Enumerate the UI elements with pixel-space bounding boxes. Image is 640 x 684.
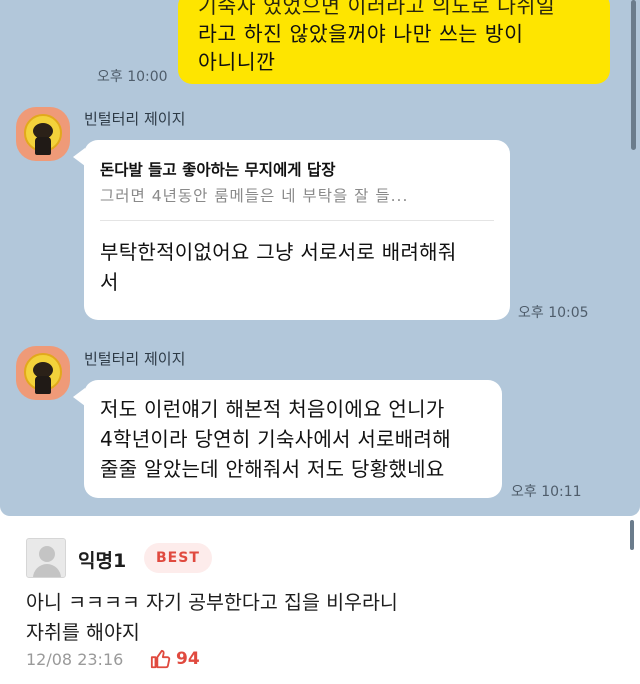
sender-avatar[interactable]	[16, 107, 70, 161]
like-count: 94	[176, 649, 200, 669]
my-message-line-2: 아니니깐	[198, 50, 276, 74]
comment-line-1: 아니 ㅋㅋㅋㅋ 자기 공부한다고 집을 비우라니	[26, 591, 398, 614]
reply-header: 돈다발 들고 좋아하는 무지에게 답장	[100, 161, 336, 179]
my-message-time: 오후 10:00	[97, 69, 168, 85]
comment-username[interactable]: 익명1	[78, 546, 126, 573]
reply-message-bubble[interactable]: 돈다발 들고 좋아하는 무지에게 답장 그러면 4년동안 룸메들은 네 부탁을 …	[84, 140, 510, 320]
message-line-2: 4학년이라 당연히 기숙사에서 서로배려해	[100, 427, 451, 451]
comment-avatar[interactable]	[26, 538, 66, 578]
comment-date: 12/08 23:16	[26, 650, 124, 669]
sender-name: 빈털터리 제이지	[84, 110, 186, 128]
message-line-2: 서	[100, 270, 119, 294]
my-message-bubble: 기숙사 였었으면 이러라고 의도로 나쉬일 라고 하진 않았을꺼야 나만 쓰는 …	[178, 0, 610, 84]
comment-line-2: 자취를 해야지	[26, 621, 140, 644]
sender-avatar[interactable]	[16, 346, 70, 400]
message-time: 오후 10:05	[518, 305, 589, 321]
best-badge: BEST	[144, 543, 212, 573]
avatar-body	[35, 137, 51, 155]
best-comment: 익명1 BEST 아니 ㅋㅋㅋㅋ 자기 공부한다고 집을 비우라니 자취를 해야…	[0, 516, 640, 684]
page-scrollbar[interactable]	[630, 520, 634, 550]
chat-screenshot: 기숙사 였었으면 이러라고 의도로 나쉬일 라고 하진 않았을꺼야 나만 쓰는 …	[0, 0, 640, 516]
reply-divider	[100, 220, 494, 221]
reply-quote: 그러면 4년동안 룸메들은 네 부탁을 잘 들...	[100, 187, 409, 205]
thumbs-up-icon	[150, 649, 171, 669]
avatar-body	[33, 564, 61, 577]
comment-text: 아니 ㅋㅋㅋㅋ 자기 공부한다고 집을 비우라니 자취를 해야지	[26, 588, 616, 648]
avatar-body	[35, 376, 51, 394]
message-line-1: 저도 이런얘기 해본적 처음이에요 언니가	[100, 397, 445, 421]
message-bubble[interactable]: 저도 이런얘기 해본적 처음이에요 언니가 4학년이라 당연히 기숙사에서 서로…	[84, 380, 502, 498]
message-line-1: 부탁한적이없어요 그냥 서로서로 배려해줘	[100, 240, 457, 264]
chat-scrollbar[interactable]	[631, 0, 636, 150]
message-time: 오후 10:11	[511, 484, 582, 500]
my-message-clipped-line: 기숙사 였었으면 이러라고 의도로 나쉬일	[198, 0, 556, 18]
avatar-head	[39, 546, 55, 562]
sender-name: 빈털터리 제이지	[84, 350, 186, 368]
my-message-line-1: 라고 하진 않았을꺼야 나만 쓰는 방이	[198, 22, 524, 46]
message-line-3: 줄줄 알았는데 안해줘서 저도 당황했네요	[100, 457, 445, 481]
